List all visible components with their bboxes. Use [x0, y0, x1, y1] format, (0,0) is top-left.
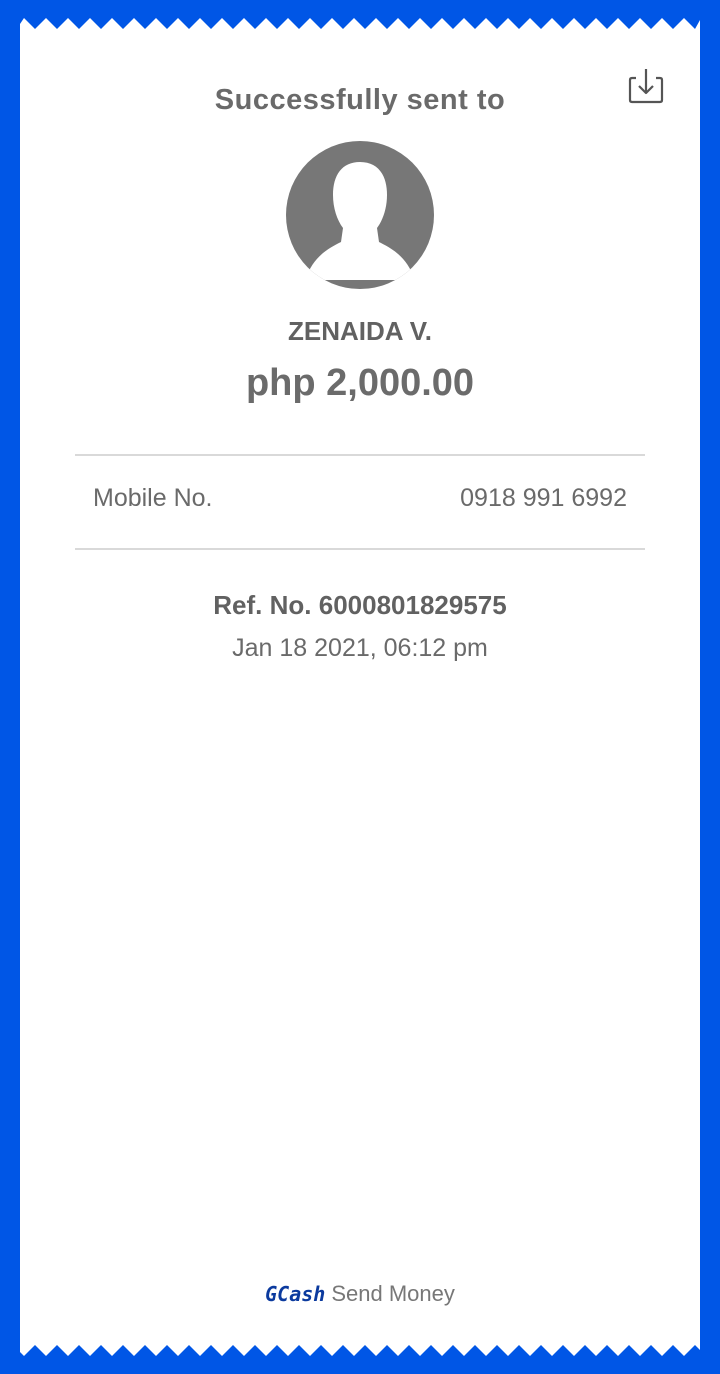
transaction-datetime: Jan 18 2021, 06:12 pm: [232, 634, 488, 662]
recipient-name: ZENAIDA V.: [288, 316, 432, 346]
footer: GCash Send Money: [20, 1281, 700, 1307]
page-title: Successfully sent to: [214, 84, 506, 116]
divider: [75, 548, 645, 550]
reference-number: Ref. No. 6000801829575: [213, 590, 507, 620]
amount: php 2,000.00: [245, 362, 475, 404]
receipt-top-edge: [20, 18, 700, 29]
download-icon[interactable]: [626, 66, 666, 106]
receipt-bottom-edge: [20, 1345, 700, 1356]
brand-logo: GCash: [265, 1282, 326, 1306]
mobile-value: 0918 991 6992: [460, 484, 627, 512]
footer-service: Send Money: [331, 1281, 455, 1306]
mobile-label: Mobile No.: [93, 484, 213, 512]
avatar: [286, 141, 434, 289]
divider: [75, 454, 645, 456]
receipt-card: Successfully sent to ZENAIDA V. php 2,00…: [20, 18, 700, 1356]
receipt-frame: Successfully sent to ZENAIDA V. php 2,00…: [0, 0, 720, 1374]
